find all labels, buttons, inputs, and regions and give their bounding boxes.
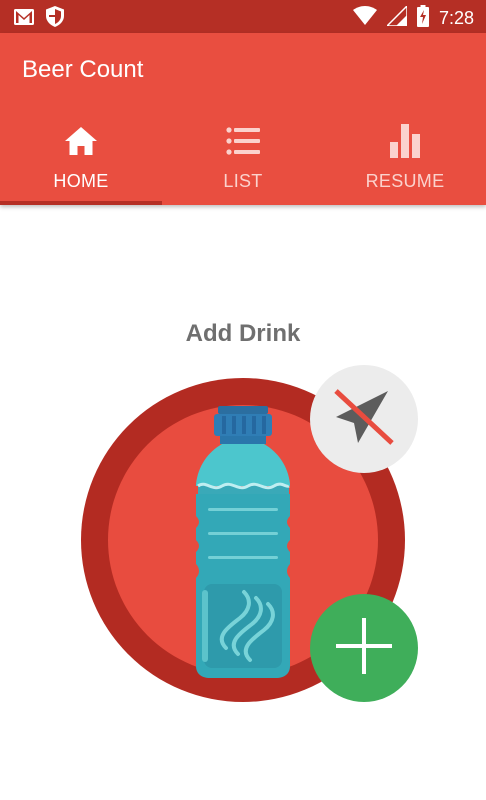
water-bottle-icon — [192, 404, 294, 680]
battery-charging-icon — [416, 5, 429, 32]
tab-home-label: HOME — [53, 171, 109, 191]
wifi-icon — [352, 6, 377, 31]
tab-indicator — [0, 201, 162, 205]
home-icon — [61, 123, 101, 159]
bar-chart-icon — [385, 123, 425, 159]
tab-list-label: LIST — [223, 171, 263, 191]
list-icon — [223, 123, 263, 159]
status-time: 7:28 — [438, 8, 474, 28]
status-bar: 7:28 — [0, 0, 486, 33]
shield-icon — [46, 6, 64, 32]
tab-resume[interactable]: RESUME — [324, 121, 486, 205]
tab-resume-label: RESUME — [365, 171, 445, 191]
tab-bar: HOME LIST RESUME — [0, 121, 486, 205]
status-bar-left — [14, 6, 64, 32]
tab-home[interactable]: HOME — [0, 121, 162, 205]
plus-icon — [334, 616, 394, 681]
gmail-icon — [14, 8, 34, 30]
location-toggle-button[interactable] — [310, 365, 418, 473]
add-drink-button[interactable] — [310, 594, 418, 702]
signal-icon — [385, 4, 408, 31]
status-bar-right: 7:28 — [352, 4, 474, 32]
app-title: Beer Count — [22, 56, 144, 83]
add-drink-title: Add Drink — [185, 320, 301, 347]
app-bar: Beer Count HOME LIST RESUME — [0, 33, 486, 205]
tab-list[interactable]: LIST — [162, 121, 324, 205]
location-off-icon — [328, 381, 400, 458]
